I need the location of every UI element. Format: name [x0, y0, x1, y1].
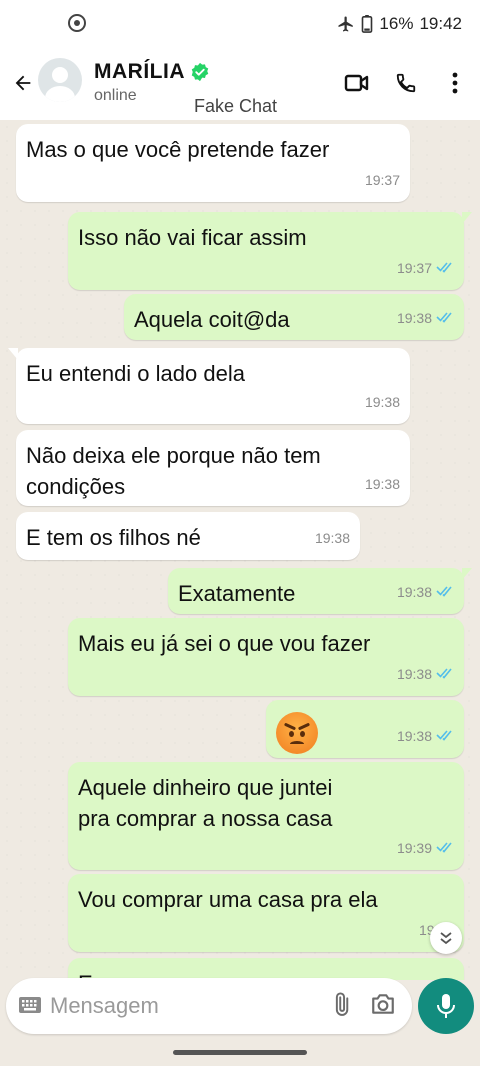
message-incoming[interactable]: Mas o que você pretende fazer 19:37 — [16, 124, 410, 202]
read-ticks-icon — [436, 577, 454, 608]
read-ticks-icon — [436, 721, 454, 752]
chat-header: MARÍLIA online Fake Chat — [0, 50, 480, 120]
message-input[interactable] — [50, 988, 320, 1024]
keyboard-icon[interactable] — [18, 994, 42, 1021]
read-ticks-icon — [436, 833, 454, 864]
message-time: 19:38 — [396, 310, 432, 326]
chevron-down-icon — [440, 932, 452, 945]
contact-status: online — [94, 87, 137, 104]
mic-icon — [437, 994, 455, 1018]
message-text: E tem os filhos né — [26, 525, 201, 550]
gesture-nav-bar[interactable] — [173, 1050, 307, 1055]
avatar[interactable] — [38, 58, 82, 102]
video-call-icon[interactable] — [342, 68, 372, 98]
message-incoming[interactable]: Não deixa ele porque não tem condições 1… — [16, 430, 410, 506]
message-outgoing[interactable]: Exatamente 19:38 — [168, 568, 472, 614]
message-incoming[interactable]: E tem os filhos né 19:38 — [16, 512, 360, 560]
airplane-mode-icon — [337, 15, 355, 33]
more-icon[interactable] — [440, 68, 470, 98]
message-outgoing[interactable]: Isso não vai ficar assim 19:37 — [68, 212, 472, 290]
message-time: 19:38 — [364, 476, 400, 492]
message-outgoing[interactable]: E — [68, 958, 464, 980]
notification-icon — [68, 14, 86, 32]
chat-messages[interactable]: Mas o que você pretende fazer 19:37 Isso… — [0, 120, 480, 980]
mic-button[interactable] — [418, 978, 474, 1034]
message-text: Mas o que você pretende fazer — [26, 137, 330, 162]
camera-icon[interactable] — [370, 992, 396, 1021]
read-ticks-icon — [436, 303, 454, 334]
read-ticks-icon — [436, 659, 454, 690]
contact-name[interactable]: MARÍLIA — [94, 60, 185, 84]
message-text: Mais eu já sei o que vou fazer — [78, 631, 371, 656]
message-input-bar — [6, 978, 412, 1034]
message-outgoing[interactable]: Mais eu já sei o que vou fazer 19:38 — [68, 618, 464, 696]
message-outgoing[interactable]: 19:38 — [266, 700, 464, 758]
watermark-text: Fake Chat — [194, 96, 278, 116]
battery-percent: 16% — [379, 14, 414, 33]
message-text: Eu entendi o lado dela — [26, 361, 245, 386]
message-text: Aquele dinheiro que juntei pra comprar a… — [78, 775, 333, 831]
message-time: 19:38 — [396, 666, 432, 682]
message-time: 19:39 — [396, 840, 432, 856]
message-time: 19:37 — [396, 260, 432, 276]
message-outgoing[interactable]: Aquela coit@da 19:38 — [124, 294, 464, 340]
verified-icon — [190, 62, 210, 87]
status-right: 16% 19:42 — [337, 14, 462, 34]
phone-icon[interactable] — [391, 68, 421, 98]
back-arrow-icon[interactable] — [8, 68, 38, 98]
message-text: Vou comprar uma casa pra ela — [78, 887, 378, 912]
status-bar: 16% 19:42 — [0, 0, 480, 50]
message-text: Isso não vai ficar assim — [78, 225, 307, 250]
message-time: 19:38 — [314, 530, 350, 546]
message-outgoing[interactable]: Aquele dinheiro que juntei pra comprar a… — [68, 762, 464, 870]
read-ticks-icon — [436, 253, 454, 284]
message-text: Não deixa ele porque não tem condições — [26, 443, 321, 499]
battery-icon — [361, 15, 373, 33]
status-time: 19:42 — [419, 14, 462, 33]
scroll-down-button[interactable] — [430, 922, 462, 954]
angry-face-emoji — [276, 712, 318, 754]
message-time: 19:38 — [364, 394, 400, 410]
message-time: 19:37 — [364, 172, 400, 188]
message-incoming[interactable]: Eu entendi o lado dela 19:38 — [8, 348, 410, 424]
message-time: 19:38 — [396, 584, 432, 600]
attach-icon[interactable] — [328, 992, 354, 1023]
message-outgoing[interactable]: Vou comprar uma casa pra ela 19:39 — [68, 874, 464, 952]
message-time: 19:38 — [396, 728, 432, 744]
